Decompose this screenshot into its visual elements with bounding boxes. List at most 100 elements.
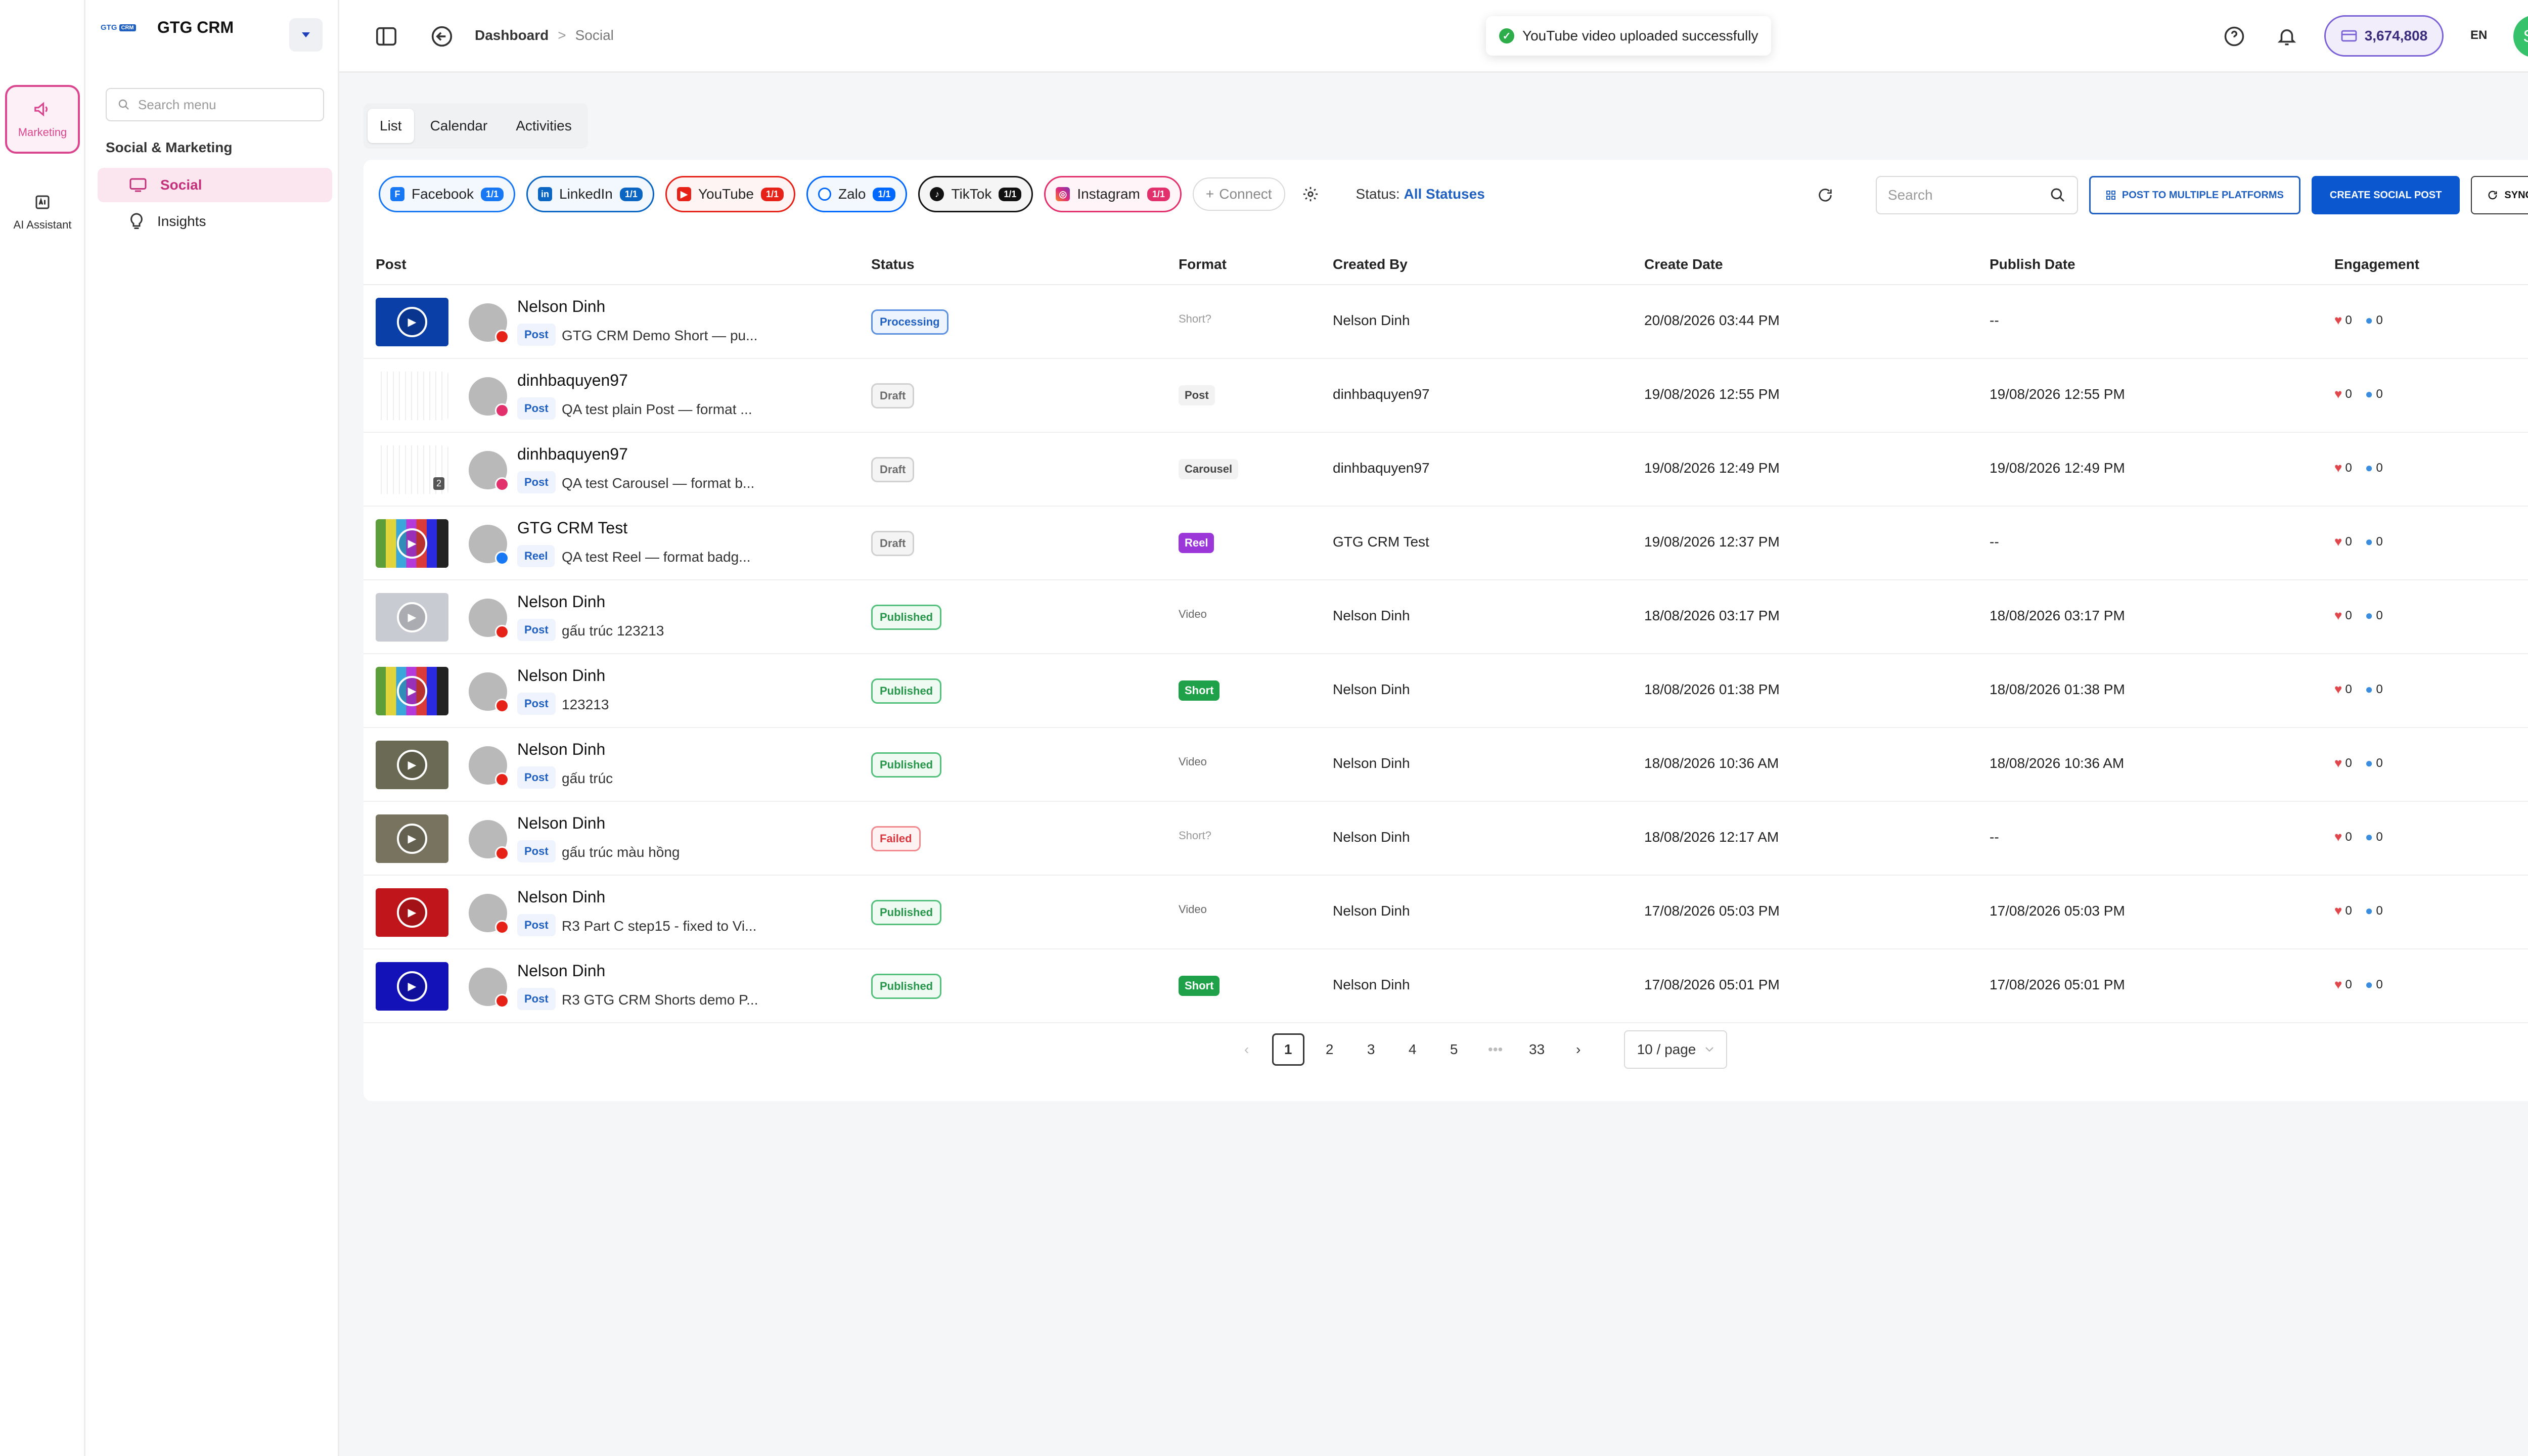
platform-chip-zalo[interactable]: Zalo 1/1 bbox=[806, 176, 908, 212]
post-thumbnail[interactable]: ▶ bbox=[376, 741, 448, 789]
play-icon: ▶ bbox=[397, 824, 427, 854]
engagement: ♥ 0 ● 0 bbox=[2334, 460, 2383, 476]
post-text[interactable]: gấu trúc màu hồng bbox=[562, 844, 680, 860]
refresh-icon bbox=[1819, 189, 1832, 202]
table-row[interactable]: ▶ Nelson Dinh Post gấu trúc Published Video Ne… bbox=[364, 728, 2528, 802]
help-button[interactable] bbox=[2220, 22, 2248, 51]
author-avatar bbox=[469, 451, 509, 491]
back-button[interactable] bbox=[428, 22, 456, 51]
post-text[interactable]: R3 GTG CRM Shorts demo P... bbox=[562, 992, 758, 1008]
post-text[interactable]: QA test plain Post — format ... bbox=[562, 401, 752, 418]
sidebar-item-insights[interactable]: Insights bbox=[98, 204, 332, 239]
post-text[interactable]: gấu trúc 123213 bbox=[562, 623, 664, 639]
format-badge: Short? bbox=[1179, 829, 1211, 842]
credit-balance-button[interactable]: 3,674,808 bbox=[2324, 15, 2444, 57]
post-thumbnail[interactable] bbox=[376, 372, 448, 420]
table-row[interactable]: ▶ Nelson Dinh Post 123213 Published Short Nels… bbox=[364, 654, 2528, 728]
page-last-button[interactable]: 33 bbox=[1521, 1033, 1553, 1066]
post-text[interactable]: GTG CRM Demo Short — pu... bbox=[562, 328, 757, 344]
connect-platform-button[interactable]: + Connect bbox=[1192, 177, 1285, 211]
table-row[interactable]: ▶ Nelson Dinh Post GTG CRM Demo Short — pu.… bbox=[364, 285, 2528, 359]
page-size-select[interactable]: 10 / page bbox=[1623, 1030, 1728, 1069]
search-menu-input[interactable] bbox=[138, 97, 315, 113]
post-to-multiple-platforms-button[interactable]: POST TO MULTIPLE PLATFORMS bbox=[2089, 176, 2300, 214]
likes-count: 0 bbox=[2345, 387, 2352, 401]
column-header-created-by[interactable]: Created By bbox=[1333, 256, 1408, 272]
status-filter-label: Status: bbox=[1356, 186, 1400, 202]
post-text[interactable]: QA test Carousel — format b... bbox=[562, 475, 754, 491]
page-3-button[interactable]: 3 bbox=[1355, 1033, 1387, 1066]
post-thumbnail[interactable]: ▶ bbox=[376, 519, 448, 568]
table-row[interactable]: dinhbaquyen97 Post QA test plain Post — fo… bbox=[364, 359, 2528, 433]
wallet-icon bbox=[2341, 30, 2357, 42]
sync-button[interactable]: SYNC bbox=[2471, 176, 2528, 214]
post-thumbnail[interactable]: 2 bbox=[376, 445, 448, 494]
table-row[interactable]: ▶ Nelson Dinh Post gấu trúc màu hồng Failed S… bbox=[364, 802, 2528, 876]
post-thumbnail[interactable]: ▶ bbox=[376, 962, 448, 1011]
platform-chip-facebook[interactable]: F Facebook 1/1 bbox=[379, 176, 515, 212]
post-thumbnail[interactable]: ▶ bbox=[376, 888, 448, 937]
tab-activities[interactable]: Activities bbox=[504, 109, 583, 143]
column-header-create-date[interactable]: Create Date bbox=[1644, 256, 1723, 272]
rail-ai-assistant-button[interactable]: AI Assistant bbox=[5, 182, 80, 243]
page-5-button[interactable]: 5 bbox=[1438, 1033, 1470, 1066]
tab-calendar[interactable]: Calendar bbox=[418, 109, 500, 143]
status-filter[interactable]: Status: All Statuses bbox=[1356, 186, 1485, 202]
page-2-button[interactable]: 2 bbox=[1314, 1033, 1346, 1066]
column-header-status[interactable]: Status bbox=[871, 256, 915, 272]
page-1-button[interactable]: 1 bbox=[1272, 1033, 1304, 1066]
next-page-button[interactable]: › bbox=[1562, 1033, 1595, 1066]
platform-chip-instagram[interactable]: ◎ Instagram 1/1 bbox=[1044, 176, 1182, 212]
rail-marketing-label: Marketing bbox=[18, 126, 67, 139]
language-switch[interactable]: EN bbox=[2470, 28, 2487, 42]
post-text[interactable]: R3 Part C step15 - fixed to Vi... bbox=[562, 918, 756, 934]
platform-settings-button[interactable] bbox=[1296, 180, 1325, 208]
publish-date: 17/08/2026 05:03 PM bbox=[1990, 903, 2125, 919]
post-thumbnail[interactable]: ▶ bbox=[376, 593, 448, 642]
platform-chip-tiktok[interactable]: ♪ TikTok 1/1 bbox=[918, 176, 1033, 212]
likes-count: 0 bbox=[2345, 313, 2352, 327]
post-thumbnail[interactable]: ▶ bbox=[376, 298, 448, 346]
workspace-dropdown-button[interactable] bbox=[289, 18, 323, 52]
user-avatar[interactable]: SP bbox=[2513, 15, 2528, 58]
author-name: Nelson Dinh bbox=[517, 740, 606, 758]
refresh-button[interactable] bbox=[1811, 181, 1839, 209]
publish-date: 17/08/2026 05:01 PM bbox=[1990, 977, 2125, 992]
sidebar-item-social[interactable]: Social bbox=[98, 168, 332, 202]
table-row[interactable]: ▶ Nelson Dinh Post gấu trúc 123213 Published… bbox=[364, 580, 2528, 654]
brand: GTG CRM GTG CRM bbox=[101, 18, 234, 37]
pagination-ellipsis[interactable]: ••• bbox=[1479, 1033, 1512, 1066]
column-header-format[interactable]: Format bbox=[1179, 256, 1227, 272]
post-text[interactable]: 123213 bbox=[562, 697, 609, 713]
post-search-input[interactable] bbox=[1887, 187, 2040, 203]
table-row[interactable]: ▶ Nelson Dinh Post R3 GTG CRM Shorts demo P… bbox=[364, 949, 2528, 1023]
engagement: ♥ 0 ● 0 bbox=[2334, 681, 2383, 697]
rail-marketing-button[interactable]: Marketing bbox=[5, 85, 80, 154]
create-social-post-button[interactable]: CREATE SOCIAL POST bbox=[2311, 176, 2460, 214]
page-4-button[interactable]: 4 bbox=[1396, 1033, 1429, 1066]
column-header-post[interactable]: Post bbox=[376, 256, 407, 272]
table-row[interactable]: ▶ GTG CRM Test Reel QA test Reel — format b… bbox=[364, 507, 2528, 580]
engagement: ♥ 0 ● 0 bbox=[2334, 829, 2383, 845]
platform-chip-linkedin[interactable]: in LinkedIn 1/1 bbox=[526, 176, 654, 212]
toggle-sidebar-button[interactable] bbox=[372, 22, 400, 51]
post-text[interactable]: QA test Reel — format badg... bbox=[562, 549, 751, 565]
platform-chip-youtube[interactable]: ▶ YouTube 1/1 bbox=[665, 176, 795, 212]
format-badge: Short bbox=[1179, 680, 1220, 701]
notifications-button[interactable] bbox=[2273, 22, 2301, 51]
column-header-publish-date[interactable]: Publish Date bbox=[1990, 256, 2075, 272]
column-header-engagement[interactable]: Engagement bbox=[2334, 256, 2419, 272]
post-text[interactable]: gấu trúc bbox=[562, 770, 613, 787]
table-row[interactable]: ▶ Nelson Dinh Post R3 Part C step15 - fixed… bbox=[364, 876, 2528, 949]
table-row[interactable]: 2 dinhbaquyen97 Post QA test Carousel — for… bbox=[364, 433, 2528, 507]
prev-page-button[interactable]: ‹ bbox=[1231, 1033, 1263, 1066]
post-thumbnail[interactable]: ▶ bbox=[376, 667, 448, 715]
post-thumbnail[interactable]: ▶ bbox=[376, 814, 448, 863]
publish-date: 18/08/2026 10:36 AM bbox=[1990, 755, 2125, 771]
pagination: ‹ 1 2 3 4 5 ••• 33 › 10 / page bbox=[364, 1030, 2528, 1069]
tab-list[interactable]: List bbox=[368, 109, 414, 143]
breadcrumb-root[interactable]: Dashboard bbox=[475, 27, 549, 43]
author-avatar bbox=[469, 894, 509, 934]
author-name: dinhbaquyen97 bbox=[517, 445, 628, 463]
comments: ● 0 bbox=[2365, 312, 2383, 328]
